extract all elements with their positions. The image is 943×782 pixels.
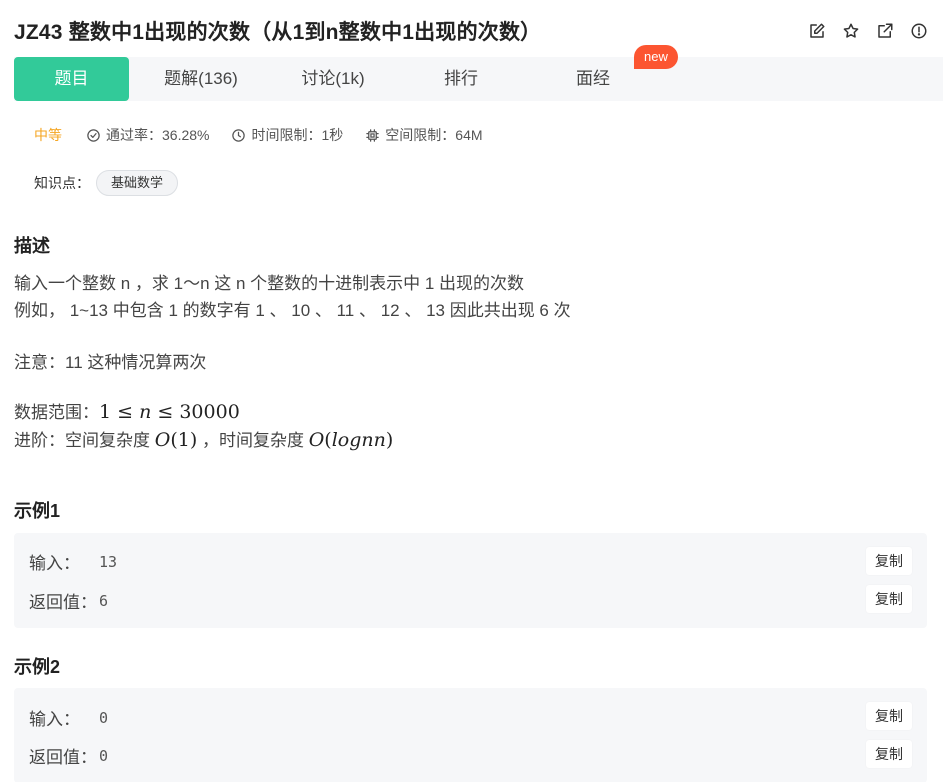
pass-rate-text: 通过率：36.28% <box>106 127 210 143</box>
problem-meta: 中等 通过率：36.28% 时间限制：1秒 空间限制：64M <box>34 125 505 145</box>
range-math-var: n <box>139 401 152 423</box>
advanced-mid: ，时间复杂度 <box>197 431 309 450</box>
data-range: 数据范围：1 ≤ n ≤ 30000 <box>14 398 240 423</box>
knowledge-label: 知识点： <box>34 175 90 191</box>
example-2-input: 输入： 0 <box>29 705 108 730</box>
example-1-box: 输入： 13 复制 返回值： 6 复制 <box>14 533 927 628</box>
example-2-output: 返回值： 0 <box>29 743 108 768</box>
check-circle-icon <box>87 128 100 142</box>
problem-header: JZ43 整数中1出现的次数（从1到n整数中1出现的次数） <box>14 14 929 48</box>
example-2-input-label: 输入： <box>29 710 80 729</box>
time-complexity-close: ) <box>385 429 394 451</box>
tab-discussion[interactable]: 讨论(1k) <box>273 57 393 101</box>
copy-input-button[interactable]: 复制 <box>866 547 912 575</box>
example-1-title: 示例1 <box>14 501 61 521</box>
time-complexity-open: ( <box>324 429 332 451</box>
tab-ranking[interactable]: 排行 <box>393 57 529 101</box>
tab-solutions[interactable]: 题解(136) <box>129 57 273 101</box>
difficulty-label: 中等 <box>34 127 62 143</box>
edit-icon[interactable] <box>807 21 827 41</box>
range-math-pre: 1 ≤ <box>99 401 140 423</box>
description-note: 注意：11 这种情况算两次 <box>14 353 207 372</box>
data-range-label: 数据范围： <box>14 403 99 422</box>
example-2-output-value: 0 <box>99 746 109 765</box>
copy-output-button[interactable]: 复制 <box>866 585 912 613</box>
problem-page: JZ43 整数中1出现的次数（从1到n整数中1出现的次数） 题目 题解(136)… <box>0 0 943 782</box>
star-icon[interactable] <box>841 21 861 41</box>
report-icon[interactable] <box>909 21 929 41</box>
example-1-output: 返回值： 6 <box>29 588 108 613</box>
example-1-output-value: 6 <box>99 591 109 610</box>
knowledge-points: 知识点： 基础数学 <box>34 170 179 196</box>
advanced-label: 进阶：空间复杂度 <box>14 431 155 450</box>
example-1-input-value: 13 <box>99 552 118 571</box>
copy-output-button[interactable]: 复制 <box>866 740 912 768</box>
example-1-input-label: 输入： <box>29 554 80 573</box>
example-2-title: 示例2 <box>14 657 61 677</box>
description-line-1: 输入一个整数 n ，求 1～n 这 n 个整数的十进制表示中 1 出现的次数 <box>14 274 525 293</box>
chip-icon <box>366 128 380 142</box>
time-limit-text: 时间限制：1秒 <box>251 127 344 143</box>
problem-tabs: 题目 题解(136) 讨论(1k) 排行 面经 <box>14 57 943 101</box>
pass-rate: 通过率：36.28% <box>86 125 209 145</box>
space-limit-text: 空间限制：64M <box>385 127 483 143</box>
space-limit: 空间限制：64M <box>365 125 483 145</box>
knowledge-tag[interactable]: 基础数学 <box>96 170 179 196</box>
time-limit: 时间限制：1秒 <box>231 125 343 145</box>
range-math-post: ≤ 30000 <box>151 401 240 423</box>
new-badge: new <box>634 45 678 69</box>
description-title: 描述 <box>14 236 50 256</box>
header-actions <box>807 21 929 41</box>
example-2-output-label: 返回值： <box>29 748 97 767</box>
advanced-requirement: 进阶：空间复杂度 O(1) ，时间复杂度 O(lognn) <box>14 426 393 451</box>
space-complexity: O(1) <box>155 429 198 451</box>
space-complexity-o: O <box>154 429 171 451</box>
time-complexity-o: O <box>308 429 325 451</box>
space-complexity-arg: (1) <box>170 429 198 451</box>
example-1-output-label: 返回值： <box>29 593 97 612</box>
copy-input-button[interactable]: 复制 <box>866 702 912 730</box>
time-complexity: O(lognn) <box>309 429 394 451</box>
time-complexity-var: lognn <box>331 429 386 451</box>
external-link-icon[interactable] <box>875 21 895 41</box>
example-2-input-value: 0 <box>99 708 109 727</box>
example-2-box: 输入： 0 复制 返回值： 0 复制 <box>14 688 927 782</box>
data-range-math: 1 ≤ n ≤ 30000 <box>99 401 240 423</box>
description-line-2: 例如， 1~13 中包含 1 的数字有 1 、 10 、 11 、 12 、 1… <box>14 301 571 320</box>
example-1-input: 输入： 13 <box>29 549 117 574</box>
tab-problem[interactable]: 题目 <box>14 57 129 101</box>
clock-icon <box>232 128 246 142</box>
problem-title: JZ43 整数中1出现的次数（从1到n整数中1出现的次数） <box>14 21 542 44</box>
